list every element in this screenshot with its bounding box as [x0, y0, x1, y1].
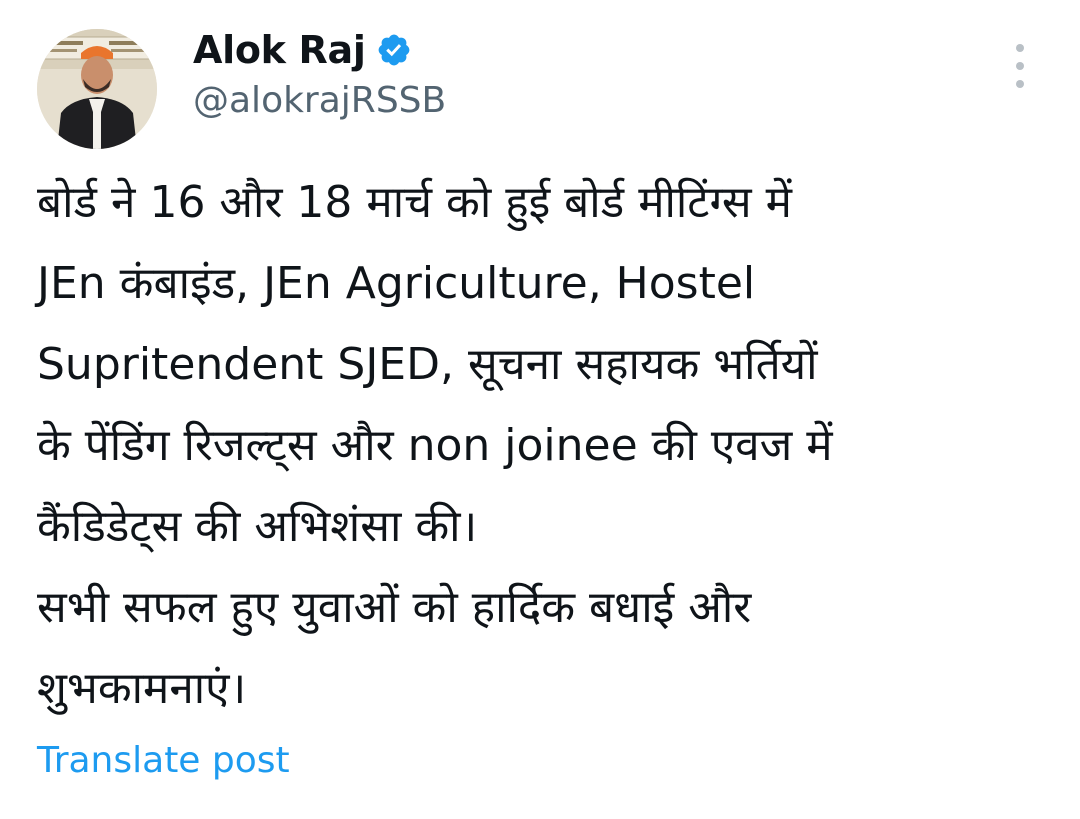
- tweet-text-line: कैंडिडेट्स की अभिशंसा की।: [37, 501, 478, 552]
- tweet-text-line: JEn कंबाइंड, JEn Agriculture, Hostel: [37, 258, 756, 309]
- translate-post-link[interactable]: Translate post: [37, 740, 290, 781]
- avatar-photo-icon: [37, 29, 157, 149]
- more-vertical-icon-dot: [1016, 80, 1024, 88]
- more-options-button[interactable]: [1004, 44, 1036, 88]
- author-display-name[interactable]: Alok Raj: [193, 26, 412, 74]
- tweet-text-line: सभी सफल हुए युवाओं को हार्दिक बधाई और: [37, 582, 752, 633]
- display-name-text: Alok Raj: [193, 28, 366, 72]
- tweet-text-line: के पेंडिंग रिजल्ट्स और non joinee की एवज…: [37, 420, 833, 471]
- author-handle[interactable]: @alokrajRSSB: [193, 80, 446, 121]
- tweet-text-line: शुभकामनाएं।: [37, 663, 247, 714]
- tweet-text-line: बोर्ड ने 16 और 18 मार्च को हुई बोर्ड मीट…: [37, 177, 792, 228]
- verified-badge-icon: [378, 34, 409, 66]
- more-vertical-icon-dot: [1016, 44, 1024, 52]
- more-vertical-icon-dot: [1016, 62, 1024, 70]
- tweet-text-line: Supritendent SJED, सूचना सहायक भर्तियों: [37, 339, 818, 390]
- tweet-card: Alok Raj @alokrajRSSB बोर्ड ने 16 और 18 …: [0, 0, 1080, 819]
- tweet-text: बोर्ड ने 16 और 18 मार्च को हुई बोर्ड मीट…: [37, 162, 1047, 729]
- author-avatar[interactable]: [37, 29, 157, 149]
